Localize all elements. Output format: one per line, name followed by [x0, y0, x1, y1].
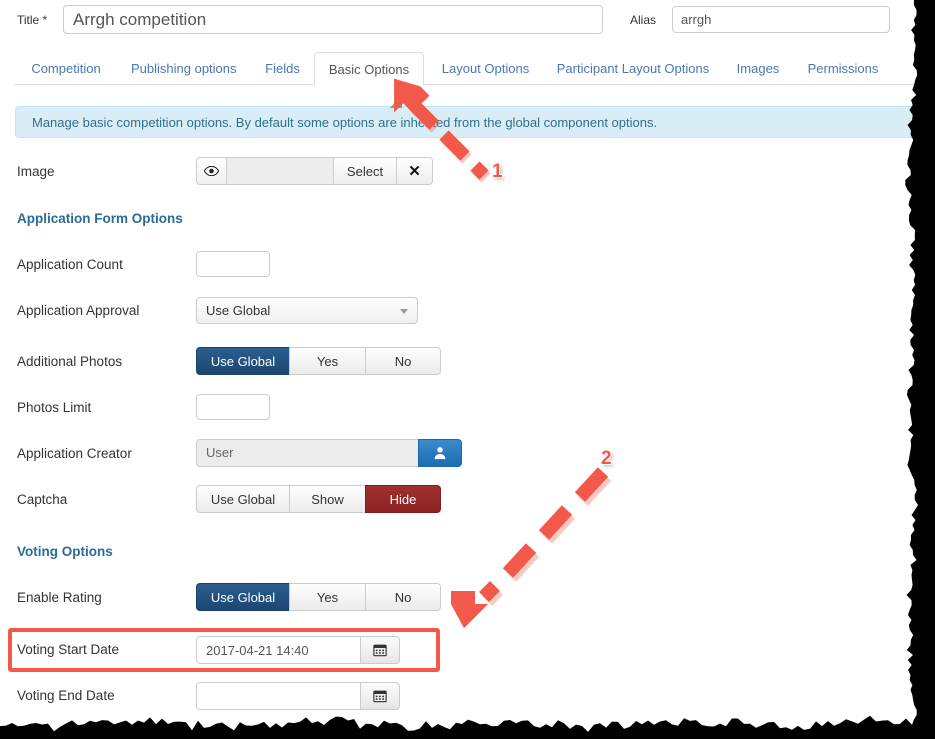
voting-start-date-input[interactable]	[196, 636, 360, 664]
title-label: Title *	[17, 13, 48, 27]
application-approval-value: Use Global	[206, 303, 271, 318]
captcha-option-use-global[interactable]: Use Global	[196, 485, 289, 513]
application-count-label: Application Count	[17, 257, 123, 272]
additional-photos-button-group: Use Global Yes No	[196, 347, 441, 375]
tab-participant-layout-options[interactable]: Participant Layout Options	[545, 52, 721, 85]
enable-rating-option-no[interactable]: No	[365, 583, 441, 611]
image-select-button[interactable]: Select	[333, 157, 397, 185]
captcha-label: Captcha	[17, 492, 68, 507]
section-application-form-options: Application Form Options	[17, 211, 183, 226]
photos-limit-input[interactable]	[196, 394, 270, 420]
additional-photos-control: Use Global Yes No	[196, 347, 441, 375]
tab-layout-options[interactable]: Layout Options	[428, 52, 543, 85]
annotation-marker-1: 1	[492, 161, 503, 182]
enable-rating-control: Use Global Yes No	[196, 583, 441, 611]
additional-photos-option-use-global[interactable]: Use Global	[196, 347, 289, 375]
tab-bar: Competition Publishing options Fields Basic…	[0, 52, 920, 85]
alias-input[interactable]	[672, 6, 890, 33]
application-creator-value[interactable]: User	[196, 439, 418, 467]
image-label: Image	[17, 164, 55, 179]
enable-rating-button-group: Use Global Yes No	[196, 583, 441, 611]
photos-limit-control	[196, 394, 270, 420]
tab-permissions[interactable]: Permissions	[796, 52, 890, 85]
captcha-button-group: Use Global Show Hide	[196, 485, 441, 513]
annotation-marker-2: 2	[601, 448, 612, 469]
annotation-arrow-2	[451, 467, 612, 628]
tab-fields[interactable]: Fields	[256, 52, 309, 85]
additional-photos-option-no[interactable]: No	[365, 347, 441, 375]
torn-paper-edge-bottom	[0, 715, 935, 739]
captcha-option-hide[interactable]: Hide	[365, 485, 441, 513]
user-icon[interactable]	[418, 439, 462, 467]
voting-end-date-label: Voting End Date	[17, 688, 115, 703]
application-creator-label: Application Creator	[17, 446, 132, 461]
enable-rating-label: Enable Rating	[17, 590, 102, 605]
application-creator-group: User	[196, 439, 462, 467]
enable-rating-option-yes[interactable]: Yes	[289, 583, 365, 611]
application-approval-select[interactable]: Use Global	[196, 297, 418, 324]
application-approval-control: Use Global	[196, 297, 418, 324]
tab-publishing-options[interactable]: Publishing options	[122, 52, 245, 85]
info-alert: Manage basic competition options. By def…	[15, 106, 920, 138]
voting-end-date-input[interactable]	[196, 682, 360, 710]
chevron-down-icon	[400, 309, 408, 314]
voting-start-date-control	[196, 636, 400, 664]
voting-start-date-label: Voting Start Date	[17, 642, 120, 657]
captcha-option-show[interactable]: Show	[289, 485, 365, 513]
calendar-icon[interactable]	[360, 636, 400, 664]
application-approval-label: Application Approval	[17, 303, 140, 318]
application-count-control	[196, 251, 270, 277]
close-x-icon[interactable]: ✕	[397, 157, 433, 185]
eye-icon[interactable]	[196, 157, 226, 185]
additional-photos-option-yes[interactable]: Yes	[289, 347, 365, 375]
captcha-control: Use Global Show Hide	[196, 485, 441, 513]
enable-rating-option-use-global[interactable]: Use Global	[196, 583, 289, 611]
voting-end-date-group	[196, 682, 400, 710]
additional-photos-label: Additional Photos	[17, 354, 123, 369]
tab-competition[interactable]: Competition	[20, 52, 112, 85]
photos-limit-label: Photos Limit	[17, 400, 92, 415]
image-control: Select ✕	[196, 157, 433, 185]
voting-start-date-group	[196, 636, 400, 664]
title-input[interactable]	[63, 5, 603, 34]
image-path-input[interactable]	[226, 157, 333, 185]
voting-end-date-control	[196, 682, 400, 710]
alias-label: Alias	[630, 13, 657, 27]
application-creator-control: User	[196, 439, 462, 467]
screenshot-page: Title * Alias Competition Publishing opti…	[0, 0, 935, 739]
calendar-icon[interactable]	[360, 682, 400, 710]
section-voting-options: Voting Options	[17, 544, 113, 559]
application-count-input[interactable]	[196, 251, 270, 277]
media-input-group: Select ✕	[196, 157, 433, 185]
tab-basic-options[interactable]: Basic Options	[314, 52, 424, 85]
tab-images[interactable]: Images	[727, 52, 789, 85]
title-row: Title * Alias	[0, 0, 920, 42]
